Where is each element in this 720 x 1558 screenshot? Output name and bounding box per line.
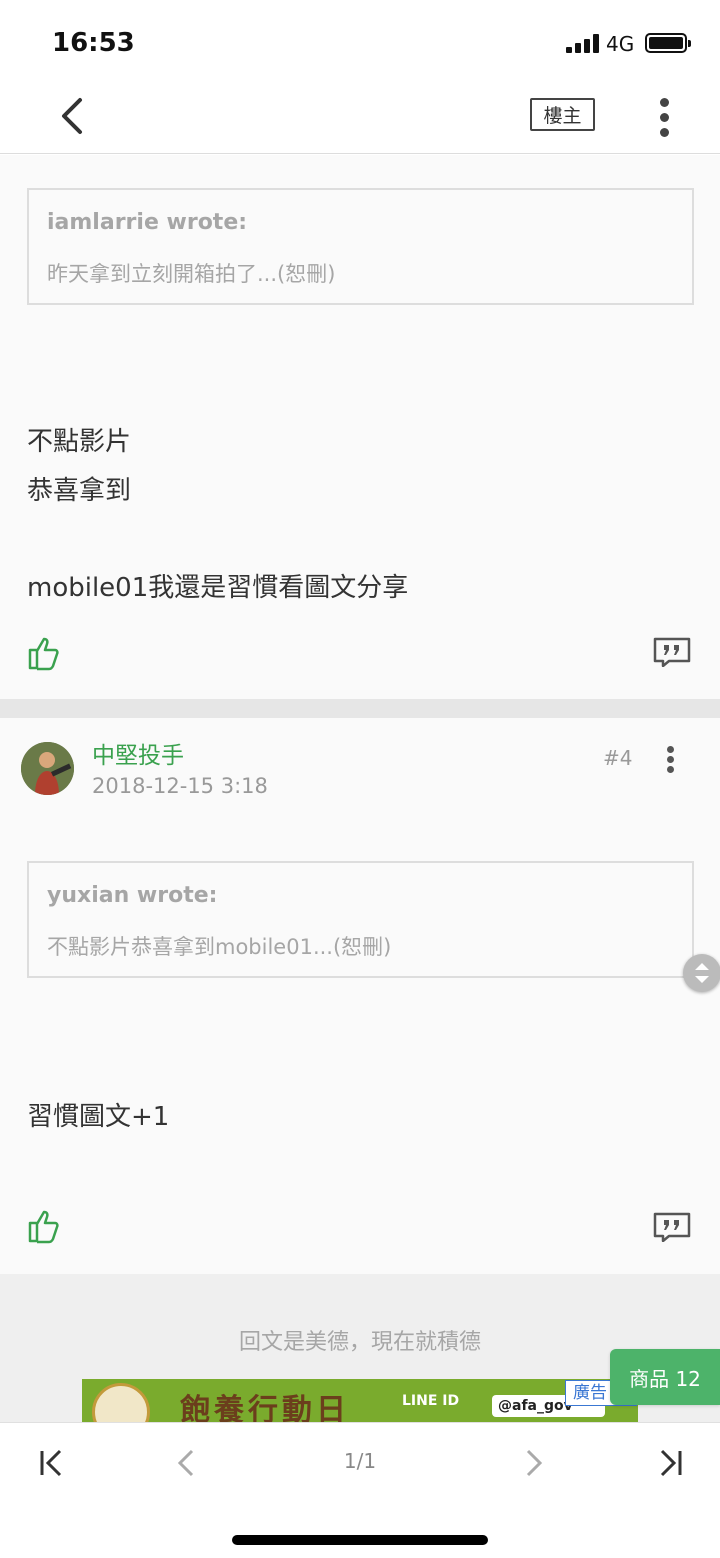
- ad-banner[interactable]: 飽養行動日 LINE ID @afa_gov: [82, 1379, 638, 1424]
- avatar[interactable]: [21, 742, 74, 795]
- like-button[interactable]: [27, 1208, 63, 1244]
- thumbs-up-icon: [28, 1210, 59, 1244]
- ad-logo: [92, 1383, 150, 1424]
- quote-icon: [653, 1212, 691, 1243]
- ad-line-label: LINE ID: [402, 1393, 460, 1409]
- quote-block: yuxian wrote: 不點影片恭喜拿到mobile01...(恕刪): [27, 861, 694, 978]
- previous-page-button[interactable]: [168, 1445, 204, 1481]
- last-page-icon: [660, 1449, 682, 1477]
- post-menu-button[interactable]: [660, 744, 684, 774]
- pagination-bar: 1/1: [0, 1422, 720, 1558]
- quote-author: iamlarrie wrote:: [47, 210, 248, 235]
- more-vertical-icon: [660, 98, 669, 107]
- chevron-right-icon: [526, 1449, 543, 1477]
- post-timestamp: 2018-12-15 3:18: [92, 774, 268, 798]
- battery-icon: [645, 33, 691, 53]
- first-page-icon: [40, 1449, 62, 1477]
- scroll-handle[interactable]: [683, 954, 720, 992]
- network-type: 4G: [606, 32, 635, 56]
- ad-title: 飽養行動日: [180, 1393, 350, 1424]
- thumbs-up-icon: [28, 637, 59, 671]
- next-page-button[interactable]: [516, 1445, 552, 1481]
- quote-reply-button[interactable]: [653, 633, 691, 668]
- status-bar: 16:53 4G: [0, 0, 720, 86]
- post-body-line: 習慣圖文+1: [27, 1102, 170, 1132]
- quote-icon: [653, 637, 691, 668]
- more-menu-button[interactable]: [650, 94, 680, 138]
- page-indicator: 1/1: [343, 1449, 377, 1473]
- more-vertical-icon: [667, 746, 674, 753]
- post-body-line: mobile01我還是習慣看圖文分享: [27, 573, 409, 603]
- chevron-left-icon: [177, 1449, 194, 1477]
- like-button[interactable]: [27, 635, 63, 671]
- post-body-line: 不點影片: [27, 427, 132, 457]
- quote-author: yuxian wrote:: [47, 883, 218, 908]
- quote-text: 不點影片恭喜拿到mobile01...(恕刪): [47, 935, 392, 959]
- chevron-left-icon: [62, 98, 82, 134]
- status-time: 16:53: [52, 28, 135, 58]
- first-page-button[interactable]: [34, 1445, 70, 1481]
- reply-post: iamlarrie wrote: 昨天拿到立刻開箱拍了...(恕刪) 不點影片 …: [0, 155, 720, 699]
- thread-owner-filter-button[interactable]: 樓主: [530, 98, 595, 131]
- nav-bar: 樓主: [0, 86, 720, 154]
- reply-post: 中堅投手 2018-12-15 3:18 #4 yuxian wrote: 不點…: [0, 718, 720, 1274]
- floor-number: #4: [603, 746, 633, 770]
- post-username[interactable]: 中堅投手: [92, 736, 184, 770]
- post-body-line: 恭喜拿到: [27, 476, 132, 506]
- cellular-signal-icon: [566, 33, 602, 53]
- products-button[interactable]: 商品 12: [610, 1349, 720, 1405]
- quote-reply-button[interactable]: [653, 1208, 691, 1243]
- post-divider: [0, 699, 720, 718]
- home-indicator: [232, 1535, 488, 1545]
- quote-text: 昨天拿到立刻開箱拍了...(恕刪): [47, 262, 336, 286]
- quote-block: iamlarrie wrote: 昨天拿到立刻開箱拍了...(恕刪): [27, 188, 694, 305]
- last-page-button[interactable]: [652, 1445, 688, 1481]
- back-button[interactable]: [52, 94, 96, 138]
- scroll-arrows-icon: [695, 963, 709, 983]
